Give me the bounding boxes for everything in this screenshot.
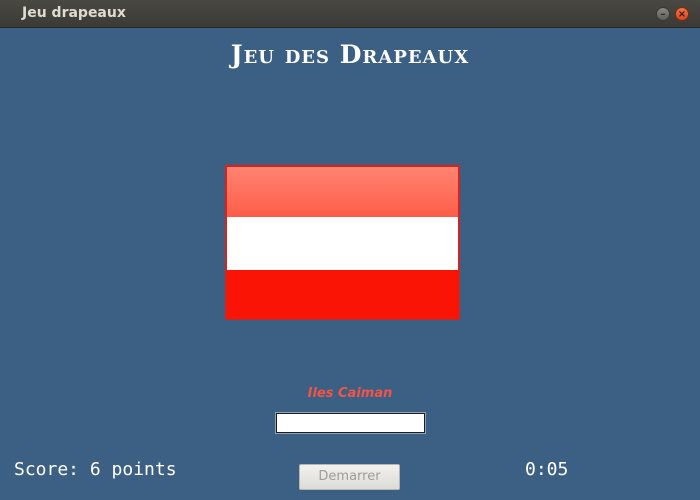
flag-stripe-bottom	[227, 270, 458, 318]
close-button[interactable]: ×	[675, 7, 689, 21]
score-label: Score: 6 points	[14, 459, 177, 480]
window-titlebar[interactable]: Jeu drapeaux – ×	[0, 0, 700, 28]
answer-input[interactable]	[275, 412, 426, 434]
minimize-icon: –	[660, 9, 666, 20]
flag-stripe-top	[227, 167, 458, 217]
timer-label: 0:05	[525, 459, 569, 480]
game-title: Jeu des Drapeaux	[230, 40, 470, 69]
minimize-button[interactable]: –	[656, 7, 670, 21]
window-title: Jeu drapeaux	[22, 5, 126, 21]
flag-image	[225, 165, 460, 320]
start-button[interactable]: Demarrer	[299, 464, 400, 490]
flag-stripe-middle	[227, 217, 458, 270]
game-panel: Jeu des Drapeaux Iles Caiman Score: 6 po…	[0, 28, 700, 500]
close-icon: ×	[677, 9, 687, 20]
country-name-label: Iles Caiman	[307, 386, 393, 401]
